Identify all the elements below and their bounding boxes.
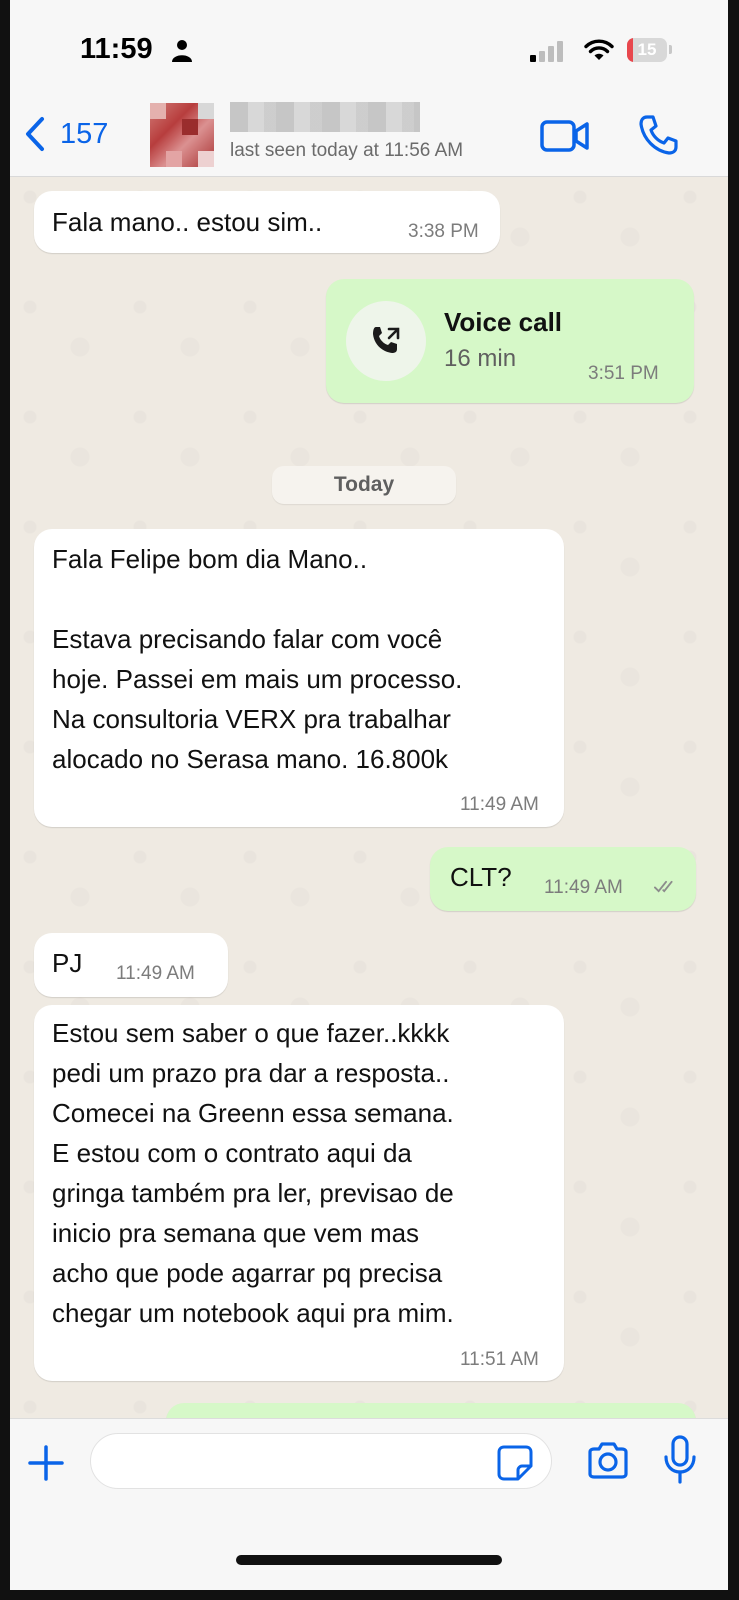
microphone-icon[interactable] bbox=[662, 1435, 698, 1485]
chevron-left-icon bbox=[26, 117, 44, 151]
call-icon-circle bbox=[346, 301, 426, 381]
back-button[interactable]: 157 bbox=[22, 112, 108, 156]
voice-call-bubble[interactable]: Voice call 16 min 3:51 PM bbox=[326, 279, 694, 403]
status-bar: 11:59 15 bbox=[10, 0, 728, 98]
message-time: 11:49 AM bbox=[460, 794, 539, 815]
unread-count: 157 bbox=[60, 117, 109, 150]
message-bubble-incoming[interactable]: PJ 11:49 AM bbox=[34, 933, 228, 997]
status-time: 11:59 bbox=[80, 33, 153, 65]
phone-icon[interactable] bbox=[638, 114, 678, 156]
video-camera-icon[interactable] bbox=[540, 118, 590, 154]
battery-percent: 15 bbox=[637, 40, 657, 59]
message-bubble-outgoing[interactable]: CLT? 11:49 AM bbox=[430, 847, 696, 911]
avatar[interactable] bbox=[150, 103, 214, 167]
cellular-signal-icon bbox=[530, 41, 563, 62]
message-input-bar bbox=[10, 1418, 728, 1590]
date-separator: Today bbox=[272, 466, 456, 504]
battery-tip bbox=[669, 45, 672, 54]
home-indicator bbox=[236, 1555, 502, 1565]
message-bubble-incoming[interactable]: Fala Felipe bom dia Mano.. Estava precis… bbox=[34, 529, 564, 827]
chat-header: 157 last seen today at 11:56 AM bbox=[10, 98, 728, 177]
message-input[interactable] bbox=[90, 1433, 552, 1489]
sticker-icon[interactable] bbox=[496, 1444, 534, 1482]
contact-name-redacted[interactable] bbox=[230, 102, 420, 132]
battery-indicator: 15 bbox=[627, 38, 667, 62]
message-list[interactable]: Fala mano.. estou sim.. 3:38 PM Voice ca… bbox=[10, 177, 728, 1443]
message-bubble-incoming[interactable]: Fala mano.. estou sim.. 3:38 PM bbox=[34, 191, 500, 253]
wifi-icon bbox=[584, 39, 614, 60]
outgoing-call-icon bbox=[373, 327, 400, 353]
double-check-icon bbox=[654, 880, 673, 893]
message-time: 11:49 AM bbox=[544, 877, 623, 898]
phone-screen: 11:59 15 157 last seen today at 11:56 AM… bbox=[10, 0, 728, 1590]
message-time: 11:49 AM bbox=[116, 963, 195, 984]
message-text: Fala Felipe bom dia Mano.. Estava precis… bbox=[52, 544, 463, 774]
message-text: Estou sem saber o que fazer..kkkk pedi u… bbox=[52, 1018, 454, 1328]
message-time: 11:51 AM bbox=[460, 1349, 539, 1370]
last-seen-status: last seen today at 11:56 AM bbox=[230, 140, 464, 161]
message-bubble-incoming[interactable]: Estou sem saber o que fazer..kkkk pedi u… bbox=[34, 1005, 564, 1381]
plus-icon[interactable] bbox=[24, 1441, 68, 1485]
voice-call-title: Voice call bbox=[444, 307, 563, 337]
message-text: Fala mano.. estou sim.. bbox=[52, 207, 323, 237]
message-time: 3:51 PM bbox=[588, 363, 659, 384]
camera-icon[interactable] bbox=[586, 1441, 630, 1481]
message-text: CLT? bbox=[450, 862, 512, 892]
voice-call-duration: 16 min bbox=[444, 345, 517, 372]
message-time: 3:38 PM bbox=[408, 221, 479, 242]
message-text: PJ bbox=[52, 948, 83, 978]
person-icon bbox=[172, 40, 192, 62]
